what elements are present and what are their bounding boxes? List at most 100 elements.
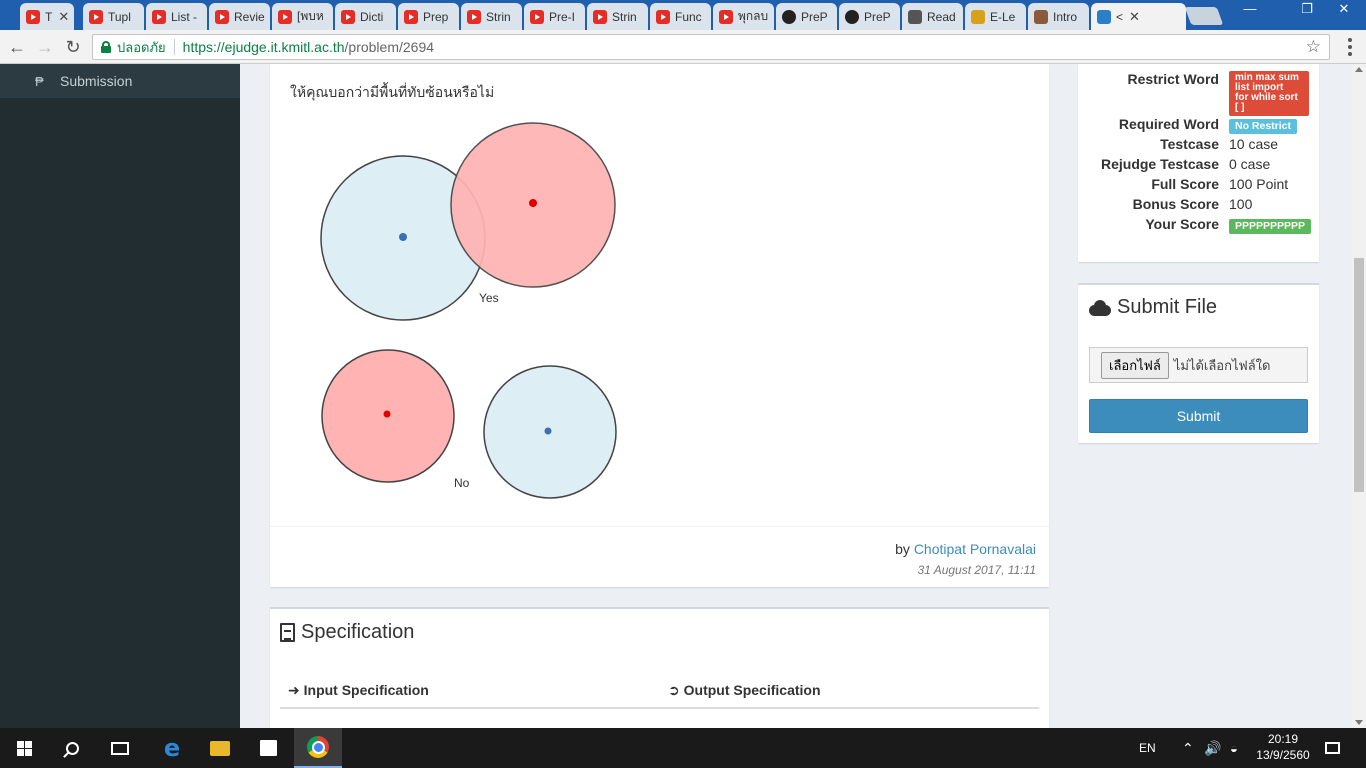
browser-tab[interactable]: Strin: [461, 3, 522, 30]
task-view-button[interactable]: [96, 728, 144, 768]
task-view-icon: [111, 741, 129, 755]
youtube-icon: [215, 9, 229, 24]
chrome-taskbar-button[interactable]: [294, 728, 342, 768]
problem-box: ให้คุณบอกว่ามีพื้นที่ทับซ้อนหรือไม่ Yes …: [270, 64, 1049, 587]
required-word-label: Required Word: [1118, 116, 1219, 132]
browser-tab[interactable]: Pre-I: [524, 3, 585, 30]
browser-tab[interactable]: Strin: [587, 3, 648, 30]
language-indicator[interactable]: EN: [1139, 728, 1156, 768]
tab-label: List -: [171, 9, 198, 24]
browser-menu-icon[interactable]: [1340, 36, 1360, 58]
tab-label: <: [1116, 9, 1124, 24]
windows-taskbar: e EN ⌃ 🔊 ◒ 20:19 13/9/2560: [0, 728, 1366, 768]
tab-label: Prep: [423, 9, 449, 24]
browser-tab[interactable]: Tupl: [83, 3, 144, 30]
new-tab-button[interactable]: [1184, 7, 1224, 25]
restrict-word-label: Restrict Word: [1127, 71, 1219, 87]
browser-tab[interactable]: List -: [146, 3, 207, 30]
bonus-score-value: 100: [1229, 196, 1253, 212]
problem-info-box: Restrict Word min max sum list import fo…: [1078, 64, 1319, 262]
clock-time: 20:19: [1267, 732, 1299, 746]
url-path: /problem/2694: [344, 39, 435, 55]
page-scrollbar[interactable]: [1352, 64, 1366, 728]
youtube-icon: [593, 9, 607, 24]
youtube-icon: [719, 9, 733, 24]
author-link[interactable]: Chotipat Pornavalai: [914, 541, 1036, 557]
folder-icon: [210, 740, 230, 756]
browser-tab[interactable]: T ✕: [20, 3, 74, 30]
youtube-icon: [404, 9, 418, 24]
main-content: ให้คุณบอกว่ามีพื้นที่ทับซ้อนหรือไม่ Yes …: [240, 64, 1352, 728]
reload-button[interactable]: ↻: [62, 36, 84, 58]
browser-tab[interactable]: [พบห: [272, 3, 333, 30]
input-spec-heading: ➜ Input Specification: [288, 682, 429, 698]
browser-tab[interactable]: PreP: [776, 3, 837, 30]
secure-label: ปลอดภัย: [117, 39, 166, 55]
browser-tab[interactable]: Revie: [209, 3, 270, 30]
minimize-button[interactable]: —: [1236, 0, 1264, 20]
scroll-thumb[interactable]: [1354, 258, 1364, 492]
close-window-button[interactable]: ✕: [1330, 0, 1358, 20]
youtube-icon: [89, 9, 103, 24]
github-icon: [782, 9, 796, 24]
address-bar[interactable]: ปลอดภัย https://ejudge.it.kmitl.ac.th/pr…: [92, 34, 1330, 60]
search-button[interactable]: [48, 728, 96, 768]
required-word-value: No Restrict: [1229, 116, 1298, 134]
browser-tab[interactable]: Read: [902, 3, 963, 30]
browser-toolbar: ← → ↻ ปลอดภัย https://ejudge.it.kmitl.ac…: [0, 30, 1366, 64]
youtube-icon: [341, 9, 355, 24]
tab-close-icon[interactable]: ✕: [58, 9, 69, 25]
scroll-up-icon[interactable]: [1355, 67, 1363, 72]
choose-file-button[interactable]: เลือกไฟล์: [1101, 351, 1169, 379]
submission-icon: ₱: [35, 73, 44, 89]
tab-close-icon[interactable]: ✕: [1129, 9, 1140, 25]
rejudge-testcase-value: 0 case: [1229, 156, 1271, 172]
url-host: https://ejudge.it.kmitl.ac.th: [182, 39, 345, 55]
testcase-value: 10 case: [1229, 136, 1279, 152]
forward-button[interactable]: →: [34, 36, 56, 58]
action-center-button[interactable]: [1325, 728, 1340, 768]
browser-tab[interactable]: Dicti: [335, 3, 396, 30]
browser-tab[interactable]: Func: [650, 3, 711, 30]
tab-label: T: [45, 9, 53, 24]
tab-label: PreP: [801, 9, 828, 24]
scroll-down-icon[interactable]: [1355, 720, 1363, 725]
sidebar-item-submission[interactable]: ₱ Submission: [0, 64, 240, 98]
edge-button[interactable]: e: [148, 728, 196, 768]
submit-file-title: Submit File: [1089, 296, 1217, 319]
youtube-icon: [152, 9, 166, 24]
bookmark-star-icon[interactable]: ☆: [1306, 37, 1321, 57]
browser-tab[interactable]: < ✕: [1091, 3, 1186, 30]
tab-label: Strin: [612, 9, 637, 24]
elearning-icon: [971, 9, 985, 24]
show-hidden-icons-icon[interactable]: ⌃: [1182, 728, 1194, 768]
browser-tab[interactable]: Intro: [1028, 3, 1089, 30]
contact-icon: [1034, 9, 1048, 24]
restore-button[interactable]: ❐: [1293, 0, 1321, 20]
file-input[interactable]: เลือกไฟล์ ไม่ได้เลือกไฟล์ใด: [1089, 347, 1308, 383]
tab-label: [พบห: [297, 9, 324, 23]
back-button[interactable]: ←: [6, 36, 28, 58]
store-button[interactable]: [244, 728, 292, 768]
youtube-icon: [26, 9, 40, 24]
submit-button[interactable]: Submit: [1089, 399, 1308, 433]
browser-tab[interactable]: Prep: [398, 3, 459, 30]
file-explorer-button[interactable]: [196, 728, 244, 768]
search-icon: [65, 741, 79, 755]
start-button[interactable]: [0, 728, 48, 768]
tab-label: Revie: [234, 9, 265, 24]
windows-logo-icon: [16, 740, 32, 756]
specification-box: Specification ➜ Input Specification ➲ Ou…: [270, 607, 1049, 728]
browser-tab[interactable]: PreP: [839, 3, 900, 30]
taskbar-clock[interactable]: 20:19 13/9/2560: [1252, 731, 1314, 763]
circle-blue-top-center: [399, 233, 407, 241]
wifi-icon[interactable]: ◒: [1230, 728, 1238, 768]
problem-date: 31 August 2017, 11:11: [917, 563, 1036, 577]
problem-footer: by Chotipat Pornavalai 31 August 2017, 1…: [270, 526, 1049, 587]
volume-icon[interactable]: 🔊: [1204, 728, 1221, 768]
youtube-icon: [530, 9, 544, 24]
tab-label: PreP: [864, 9, 891, 24]
browser-tab[interactable]: พุกลบ: [713, 3, 774, 30]
youtube-icon: [467, 9, 481, 24]
browser-tab[interactable]: E-Le: [965, 3, 1026, 30]
